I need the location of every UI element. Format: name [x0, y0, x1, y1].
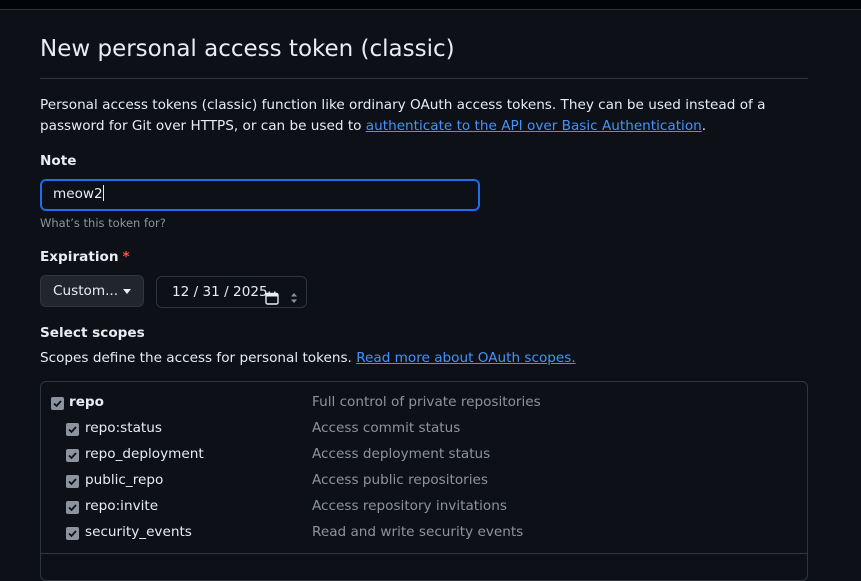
scope-name: repo_deployment	[85, 446, 204, 462]
title-divider	[40, 78, 808, 79]
scopes-description: Scopes define the access for personal to…	[40, 350, 576, 366]
scope-row-repo-invite: repo:invite Access repository invitation…	[40, 495, 800, 521]
scope-row-security-events: security_events Read and write security …	[40, 521, 800, 547]
scope-checkbox-security-events[interactable]	[66, 527, 79, 540]
scope-description: Access repository invitations	[312, 498, 507, 514]
scope-description: Read and write security events	[312, 524, 524, 540]
scope-name: public_repo	[85, 472, 164, 488]
scope-row-public-repo: public_repo Access public repositories	[40, 469, 800, 495]
top-header-bar	[0, 0, 861, 10]
chevron-down-icon	[123, 289, 131, 294]
scope-row-repo-deployment: repo_deployment Access deployment status	[40, 443, 800, 469]
basic-auth-link[interactable]: authenticate to the API over Basic Authe…	[366, 118, 702, 134]
expiration-select-value: Custom...	[53, 283, 119, 299]
text-caret	[102, 185, 104, 201]
intro-paragraph: Personal access tokens (classic) functio…	[40, 95, 815, 137]
oauth-scopes-link[interactable]: Read more about OAuth scopes.	[356, 350, 575, 366]
expiration-date-value: 12 / 31 / 2025	[172, 284, 268, 300]
scope-checkbox-repo-invite[interactable]	[66, 501, 79, 514]
scope-checkbox-repo-deployment[interactable]	[66, 449, 79, 462]
scope-name: repo	[69, 394, 104, 410]
note-hint: What’s this token for?	[40, 216, 166, 230]
calendar-icon[interactable]	[265, 286, 279, 316]
expiration-label: Expiration *	[40, 249, 130, 265]
expiration-date-input[interactable]: 12 / 31 / 2025	[156, 276, 307, 308]
note-input-value: meow2	[53, 186, 103, 202]
scope-checkbox-repo[interactable]	[51, 397, 64, 410]
expiration-select[interactable]: Custom...	[40, 275, 144, 307]
required-marker: *	[122, 249, 130, 265]
scope-name: security_events	[85, 524, 192, 540]
scope-name: repo:status	[85, 420, 162, 436]
scope-checkbox-repo-status[interactable]	[66, 423, 79, 436]
note-label: Note	[40, 153, 77, 169]
page-title: New personal access token (classic)	[40, 36, 455, 62]
scope-row-repo-status: repo:status Access commit status	[40, 417, 800, 443]
scopes-heading: Select scopes	[40, 325, 145, 341]
scopes-description-text: Scopes define the access for personal to…	[40, 350, 357, 366]
spinner-arrows-icon[interactable]	[290, 286, 298, 316]
expiration-label-text: Expiration	[40, 249, 119, 265]
scope-checkbox-public-repo[interactable]	[66, 475, 79, 488]
scope-description: Access public repositories	[312, 472, 488, 488]
scope-row-repo: repo Full control of private repositorie…	[40, 391, 800, 417]
scope-name: repo:invite	[85, 498, 159, 514]
intro-end: .	[701, 118, 707, 134]
scope-description: Full control of private repositories	[312, 394, 541, 410]
scope-description: Access deployment status	[312, 446, 491, 462]
scope-group-divider	[41, 553, 807, 554]
note-input[interactable]: meow2	[40, 179, 480, 211]
scope-description: Access commit status	[312, 420, 461, 436]
